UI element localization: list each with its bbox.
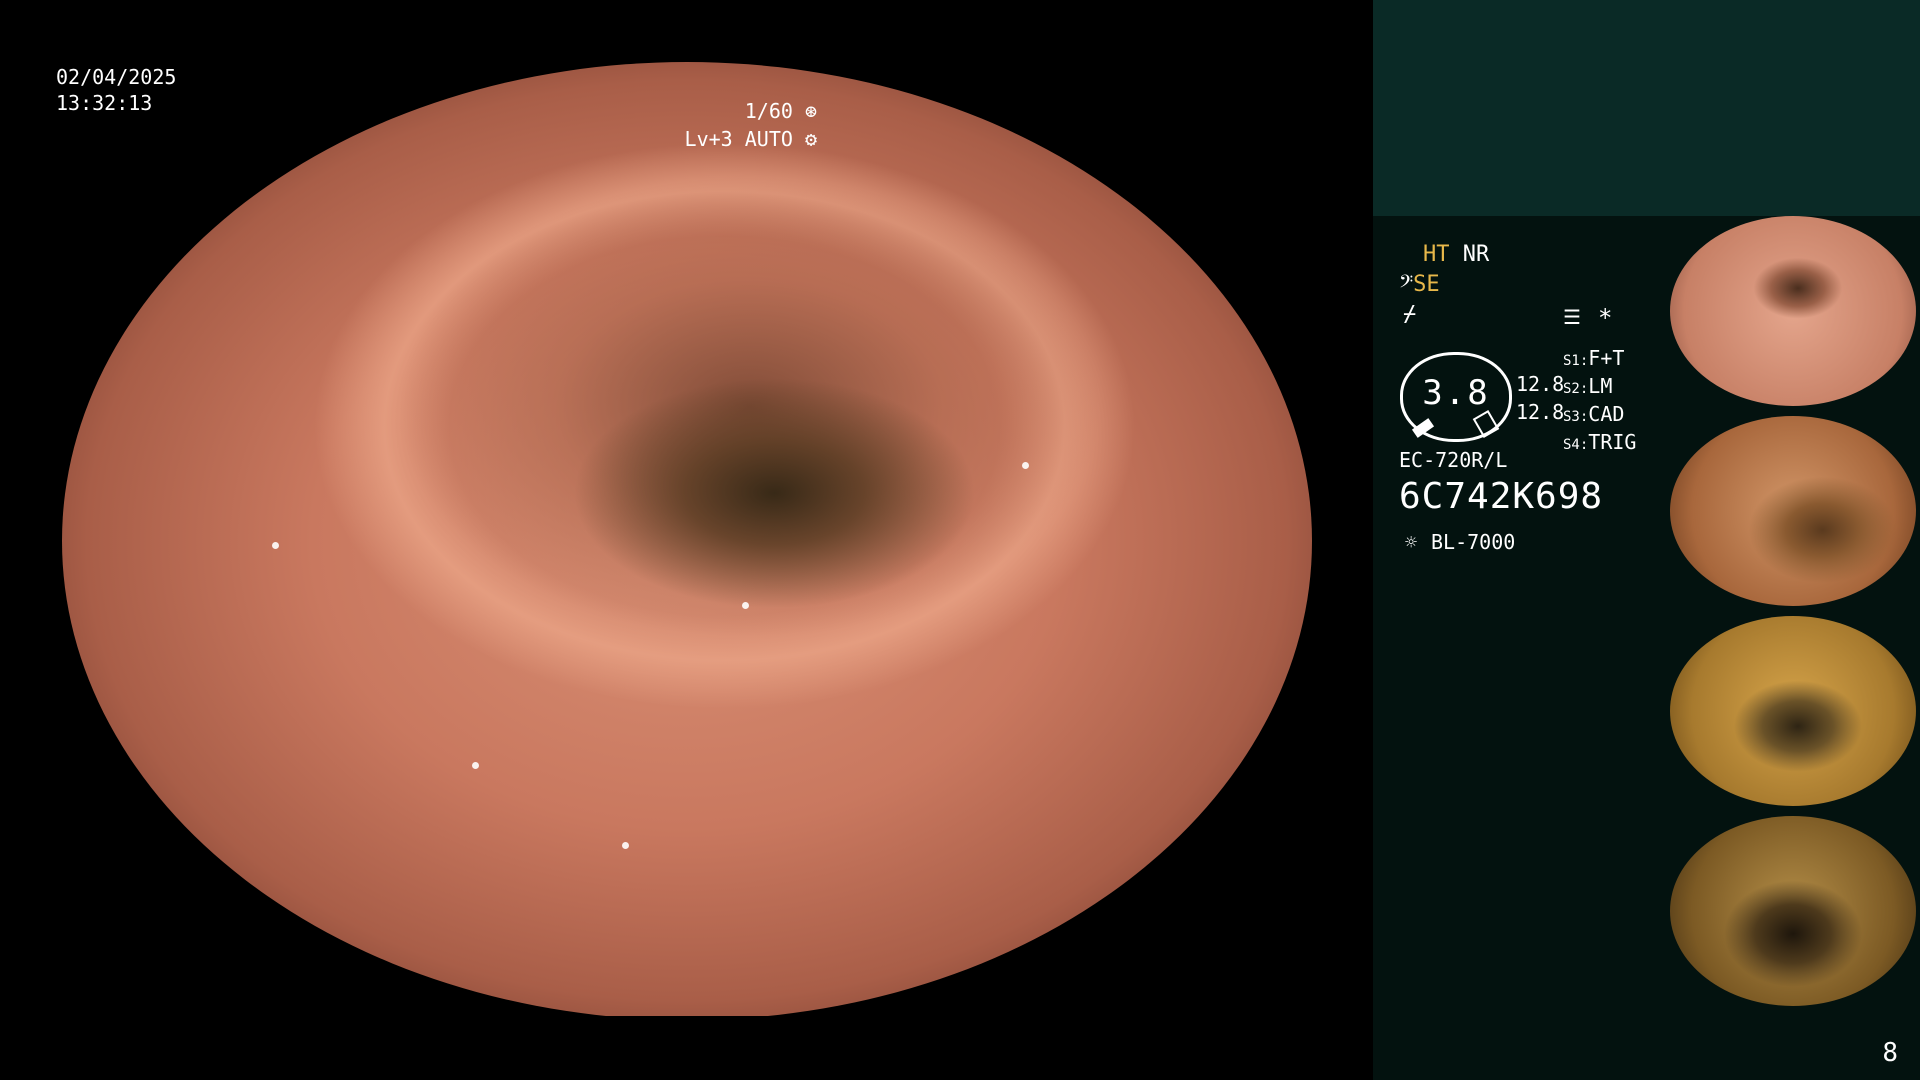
setting-s2: S2:LM (1563, 374, 1613, 398)
menu-icon: ☰ (1563, 305, 1581, 329)
captured-thumbnails (1670, 216, 1920, 1016)
badge-left-marker-icon (1411, 418, 1435, 438)
light-reflex (272, 542, 279, 549)
thumbnail-3[interactable] (1670, 616, 1916, 806)
mode-line-ht-nr: HT NR (1423, 242, 1489, 267)
se-icon: 𝄢 (1399, 272, 1414, 297)
thumbnail-4[interactable] (1670, 816, 1916, 1006)
thumbnail-1[interactable] (1670, 216, 1916, 406)
mode-line-se: 𝄢SE (1399, 272, 1440, 297)
page-number: 8 (1882, 1038, 1898, 1068)
se-label: SE (1413, 272, 1440, 297)
side-panel-header (1373, 0, 1920, 216)
zoom-value: 3.8 (1422, 373, 1490, 413)
star-icon: * (1598, 304, 1613, 332)
date-time: 02/04/2025 13:32:13 (56, 64, 176, 116)
image-mask-top (0, 0, 1373, 62)
date: 02/04/2025 (56, 65, 177, 89)
shutter-speed: 1/60 ⊛ (617, 98, 817, 124)
nr-label: NR (1462, 242, 1490, 267)
value-1: 12.8 (1516, 372, 1565, 396)
badge-right-marker-icon (1472, 409, 1500, 439)
ht-label: HT (1423, 242, 1450, 267)
magnification-values: 12.8 12.8 (1516, 370, 1564, 426)
setting-s3: S3:CAD (1563, 402, 1625, 426)
image-mask-bottom (0, 1016, 1373, 1080)
scope-model: EC-720R/L (1399, 448, 1508, 472)
zoom-badge: 3.8 (1400, 352, 1512, 442)
light-reflex (742, 602, 749, 609)
endoscopy-main-view: 02/04/2025 13:32:13 1/60 ⊛ Lv+3 AUTO ⚙ (0, 0, 1373, 1080)
light-source-icon: ☼ (1404, 530, 1418, 554)
light-source: ☼ BL-7000 (1399, 530, 1515, 554)
setting-s4: S4:TRIG (1563, 430, 1637, 454)
value-2: 12.8 (1516, 400, 1565, 424)
light-reflex (1022, 462, 1029, 469)
level-mode-value: Lv+3 AUTO (684, 127, 793, 151)
aperture-icon: ⚙ (804, 127, 817, 151)
light-reflex (282, 102, 289, 109)
shutter-icon: ⊛ (804, 99, 817, 123)
shutter-value: 1/60 (744, 99, 793, 123)
third-mode-icon: ⌿ (1403, 302, 1417, 327)
light-source-label: BL-7000 (1431, 530, 1516, 554)
setting-s1: S1:F+T (1563, 346, 1625, 370)
time: 13:32:13 (56, 91, 153, 115)
scope-serial: 6C742K698 (1399, 476, 1604, 517)
light-reflex (472, 762, 479, 769)
switch-settings: S1:F+T S2:LM S3:CAD S4:TRIG (1563, 346, 1636, 458)
light-reflex (322, 132, 329, 139)
light-reflex (622, 842, 629, 849)
thumbnail-2[interactable] (1670, 416, 1916, 606)
endoscopic-image (62, 62, 1312, 1020)
level-mode: Lv+3 AUTO ⚙ (617, 126, 817, 152)
